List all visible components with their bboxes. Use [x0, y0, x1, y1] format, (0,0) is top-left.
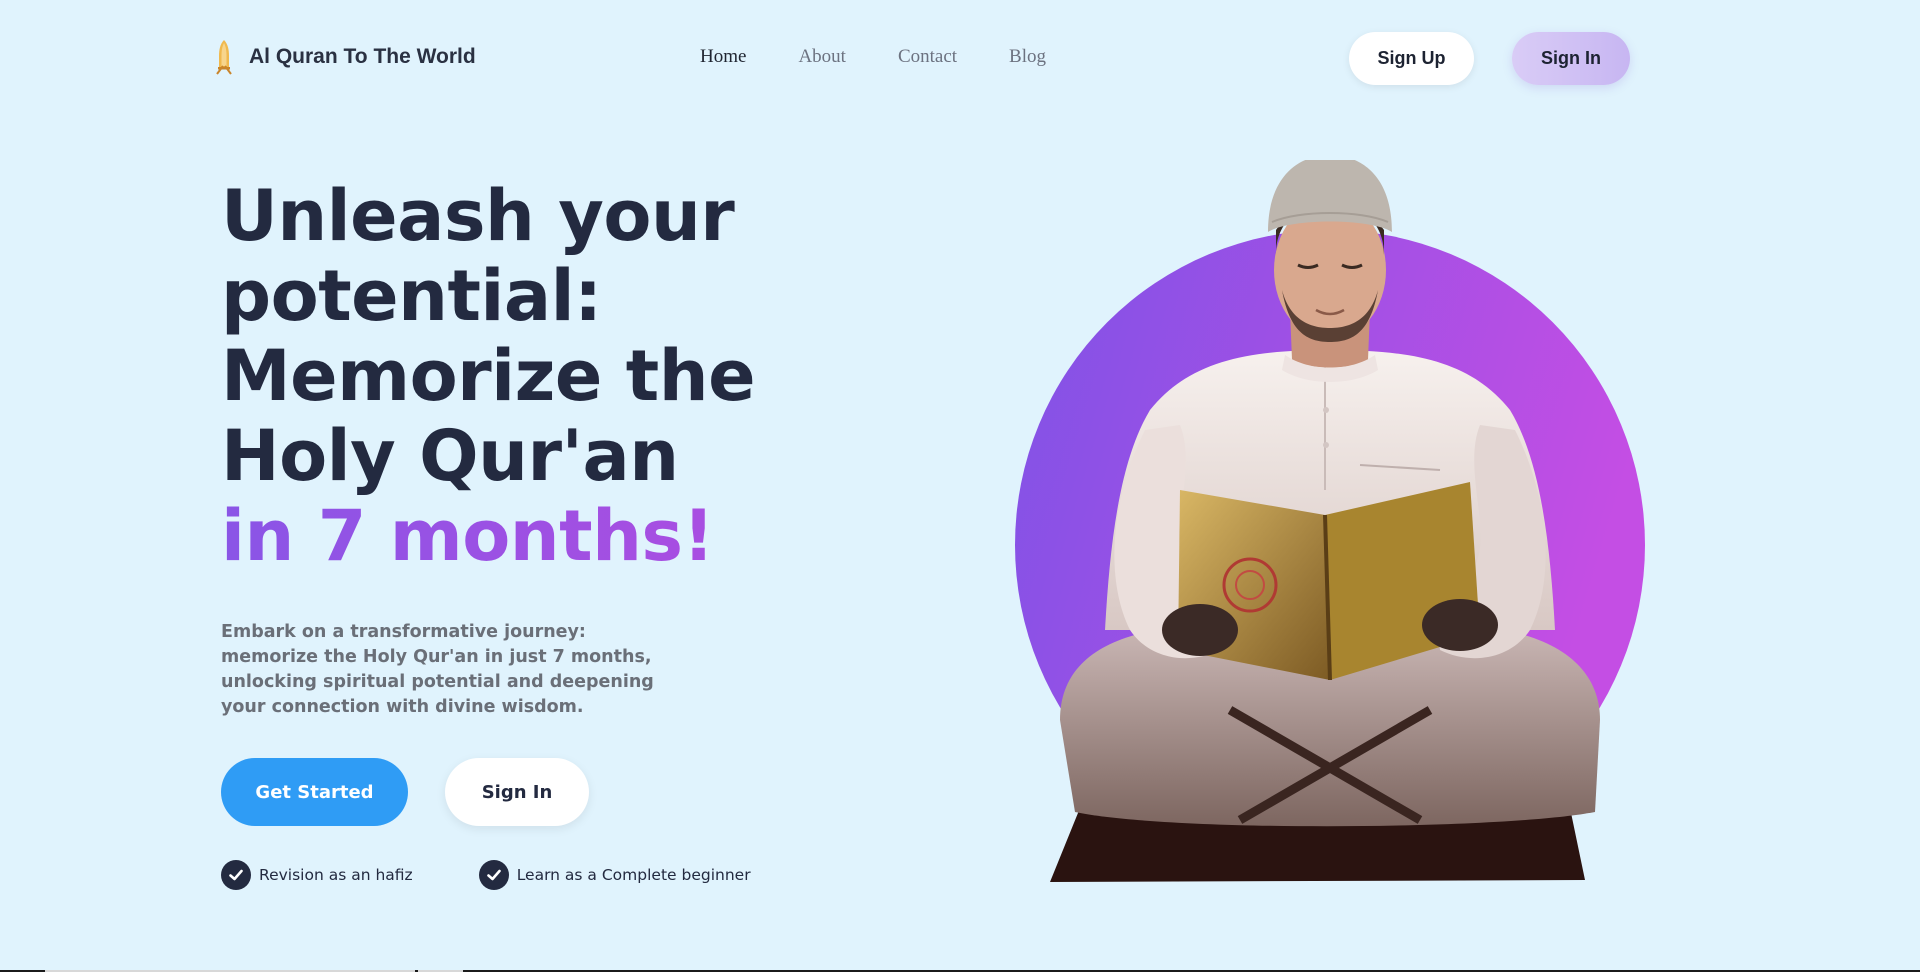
hero-illustration — [1015, 160, 1645, 882]
headline-line: Holy Qur'an — [221, 415, 679, 497]
brand-name: Al Quran To The World — [249, 45, 476, 68]
feature-item: Learn as a Complete beginner — [478, 860, 751, 890]
feature-label: Revision as an hafiz — [259, 866, 413, 884]
headline-line: Unleash your — [221, 175, 735, 257]
landing-page: Al Quran To The World Home About Contact… — [0, 0, 1920, 972]
get-started-button[interactable]: Get Started — [221, 758, 408, 826]
check-circle-icon — [221, 860, 251, 890]
quran-stand-icon — [216, 40, 232, 75]
nav-home[interactable]: Home — [700, 46, 746, 68]
kufi-cap — [1268, 160, 1392, 232]
headline-accent: in 7 months! — [221, 496, 841, 576]
brand-logo[interactable]: Al Quran To The World — [213, 38, 476, 76]
feature-label: Learn as a Complete beginner — [516, 866, 751, 884]
hero-sign-in-button[interactable]: Sign In — [445, 758, 589, 826]
nav-about[interactable]: About — [798, 46, 846, 68]
header-sign-in-button[interactable]: Sign In — [1512, 32, 1630, 85]
feature-list: Revision as an hafiz Learn as a Complete… — [221, 860, 751, 890]
feature-item: Revision as an hafiz — [221, 860, 413, 890]
headline-line: Memorize the — [221, 335, 756, 417]
nav-blog[interactable]: Blog — [1009, 46, 1046, 68]
hero-description: Embark on a transformative journey: memo… — [221, 622, 654, 717]
main-nav: Home About Contact Blog — [700, 46, 1046, 68]
header-sign-up-button[interactable]: Sign Up — [1349, 32, 1474, 85]
nav-contact[interactable]: Contact — [898, 46, 957, 68]
headline-line: potential: — [221, 255, 602, 337]
hero-headline: Unleash your potential: Memorize the Hol… — [221, 176, 841, 576]
check-circle-icon — [478, 860, 509, 890]
